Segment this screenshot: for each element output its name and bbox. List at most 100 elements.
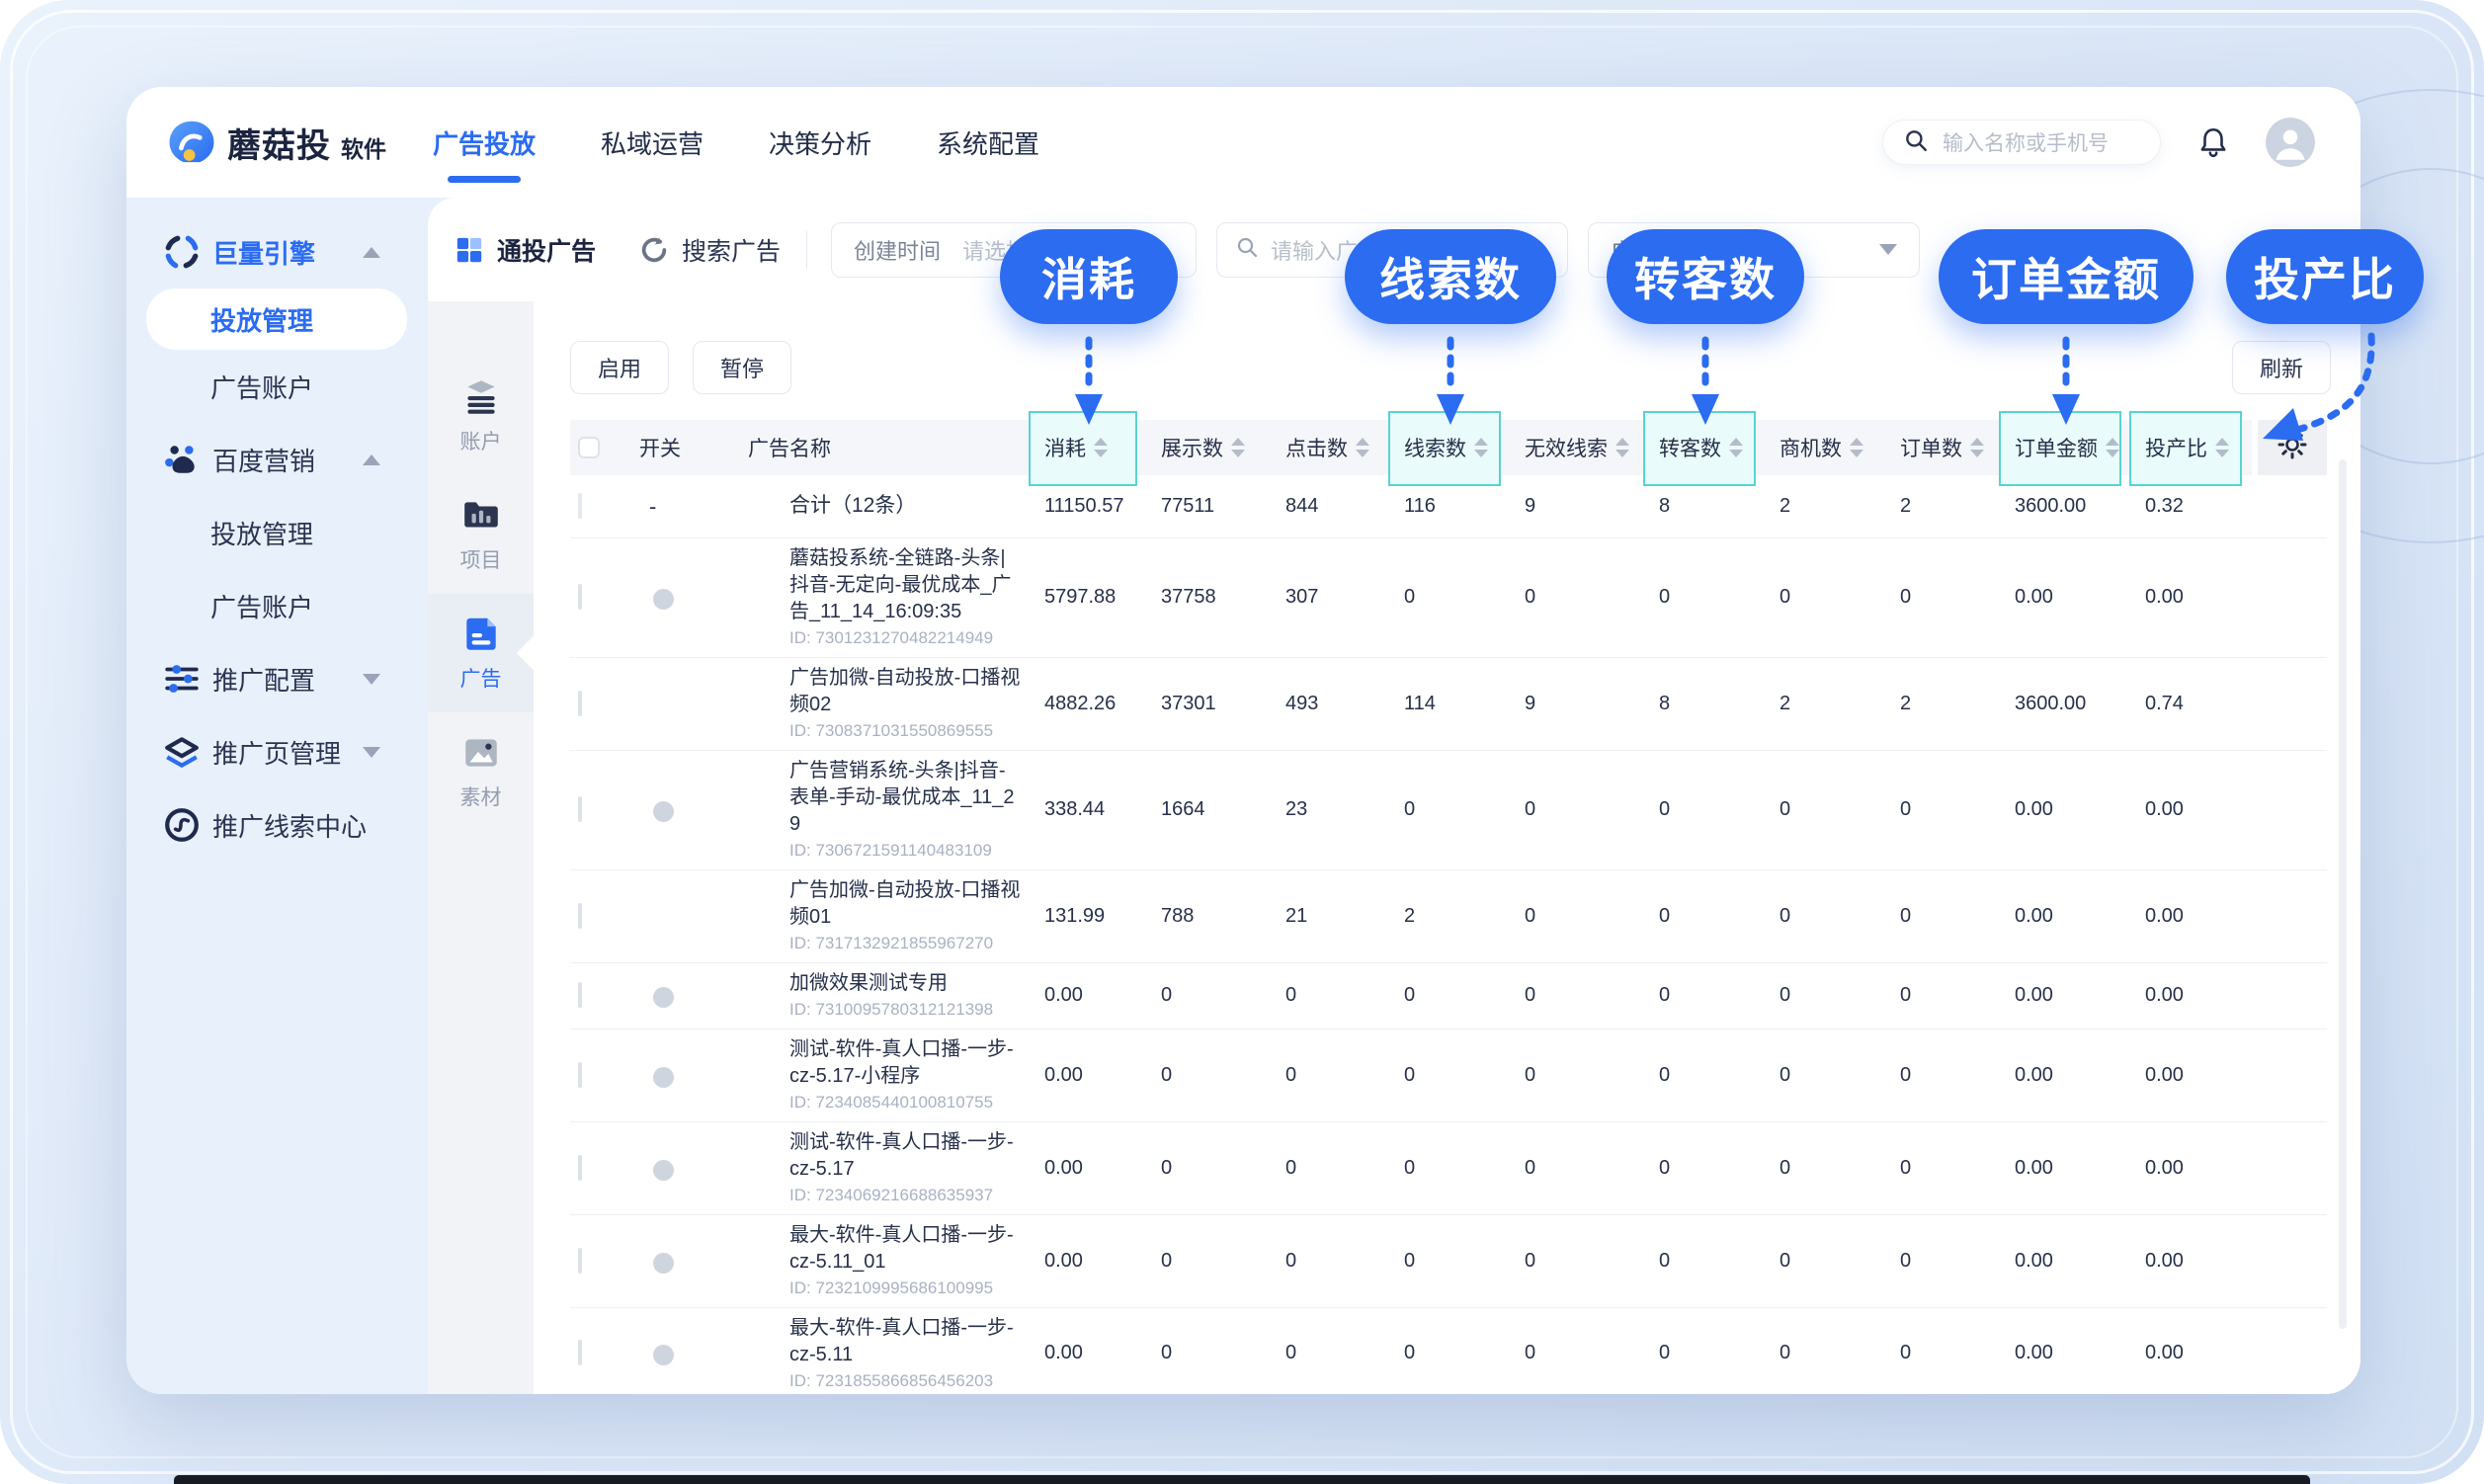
notification-bell-icon[interactable]	[2196, 125, 2230, 159]
sidebar-group-label: 百度营销	[212, 442, 315, 478]
sort-icon[interactable]	[1094, 438, 1108, 457]
column-header-线索数[interactable]: 线索数	[1390, 420, 1511, 475]
ad-name[interactable]: 广告加微-自动投放-口播视频02	[789, 665, 1021, 718]
top-nav-item[interactable]: 私域运营	[601, 111, 704, 175]
create-time-filter[interactable]: 创建时间 请选择	[831, 222, 1197, 278]
column-header-订单数[interactable]: 订单数	[1886, 420, 2001, 475]
row-checkbox[interactable]	[578, 903, 582, 929]
search-icon	[1903, 127, 1929, 158]
table-scrollbar[interactable]	[2339, 459, 2347, 1329]
sidebar-group-百度营销[interactable]: 百度营销	[126, 423, 428, 496]
sort-icon[interactable]	[2106, 438, 2119, 457]
baidu-marketing-icon	[163, 441, 201, 478]
sidebar-group-推广线索中心[interactable]: 推广线索中心	[126, 788, 428, 862]
metric-value: 0	[1147, 984, 1272, 1007]
top-nav-item[interactable]: 系统配置	[937, 111, 1039, 175]
ad-name[interactable]: 合计（12条）	[789, 492, 1021, 520]
sort-icon[interactable]	[1615, 438, 1629, 457]
ad-id: ID: 7306721591140483109	[789, 840, 1021, 863]
row-checkbox[interactable]	[578, 1340, 582, 1365]
ad-name[interactable]: 广告加微-自动投放-口播视频01	[789, 877, 1021, 931]
row-checkbox[interactable]	[578, 584, 582, 610]
sort-icon[interactable]	[2215, 438, 2229, 457]
top-nav-item[interactable]: 决策分析	[769, 111, 871, 175]
row-checkbox[interactable]	[578, 796, 582, 822]
row-checkbox[interactable]	[578, 982, 582, 1008]
sidebar-group-推广页管理[interactable]: 推广页管理	[126, 715, 428, 788]
ad-name[interactable]: 最大-软件-真人口播-一步-cz-5.11	[789, 1315, 1021, 1368]
sidebar-item-投放管理[interactable]: 投放管理	[126, 496, 428, 569]
grid-icon	[455, 235, 484, 265]
column-header-无效线索[interactable]: 无效线索	[1511, 420, 1645, 475]
sidebar: 巨量引擎投放管理广告账户百度营销投放管理广告账户推广配置推广页管理推广线索中心	[126, 198, 428, 1394]
column-header-消耗[interactable]: 消耗	[1031, 420, 1147, 475]
row-checkbox[interactable]	[578, 691, 582, 716]
row-switch-cell	[625, 984, 734, 1007]
row-checkbox[interactable]	[578, 1248, 582, 1274]
metric-value: 0	[1390, 984, 1511, 1007]
user-avatar[interactable]	[2266, 118, 2315, 167]
sort-icon[interactable]	[1970, 438, 1984, 457]
ad-name[interactable]: 加微效果测试专用	[789, 970, 1021, 997]
refresh-button[interactable]: 刷新	[2232, 341, 2331, 394]
ad-type-tab-通投广告[interactable]: 通投广告	[455, 232, 596, 268]
enable-button[interactable]: 启用	[570, 341, 669, 394]
rail-item-素材[interactable]: 素材	[428, 712, 534, 831]
ad-name[interactable]: 测试-软件-真人口播-一步-cz-5.17-小程序	[789, 1036, 1021, 1090]
sidebar-item-广告账户[interactable]: 广告账户	[126, 569, 428, 642]
sidebar-group-推广配置[interactable]: 推广配置	[126, 642, 428, 715]
column-header-订单金额[interactable]: 订单金额	[2001, 420, 2131, 475]
column-header-转客数[interactable]: 转客数	[1645, 420, 1766, 475]
ad-status-select[interactable]: 广告状态	[1588, 222, 1920, 278]
ad-name[interactable]: 广告营销系统-头条|抖音-表单-手动-最优成本_11_29	[789, 758, 1021, 838]
sidebar-group-label: 推广线索中心	[212, 807, 367, 844]
metric-value: 0	[1886, 984, 2001, 1007]
row-checkbox-cell	[570, 905, 625, 928]
metric-value: 0	[1766, 984, 1886, 1007]
sort-icon[interactable]	[1729, 438, 1743, 457]
ad-name-search-input[interactable]: 请输入广告名称或项	[1216, 222, 1568, 278]
landing-page-icon	[163, 733, 201, 771]
rail-item-项目[interactable]: 项目	[428, 475, 534, 594]
header-right: 输入名称或手机号	[1882, 118, 2360, 167]
column-header-投产比[interactable]: 投产比	[2131, 420, 2252, 475]
column-header-点击数[interactable]: 点击数	[1272, 420, 1390, 475]
sort-icon[interactable]	[1356, 438, 1369, 457]
sidebar-item-投放管理[interactable]: 投放管理	[146, 289, 407, 350]
sidebar-group-巨量引擎[interactable]: 巨量引擎	[126, 215, 428, 289]
ad-name[interactable]: 蘑菇投系统-全链路-头条|抖音-无定向-最优成本_广告_11_14_16:09:…	[789, 545, 1021, 625]
metric-value: 0	[1886, 586, 2001, 609]
metric-value: 0	[1766, 1157, 1886, 1180]
ad-id: ID: 7232109995686100995	[789, 1278, 1021, 1300]
select-all-checkbox[interactable]	[578, 437, 600, 458]
sort-icon[interactable]	[1474, 438, 1488, 457]
top-nav-item[interactable]: 广告投放	[433, 111, 536, 175]
rail-item-广告[interactable]: 广告	[428, 594, 534, 712]
column-header-开关: 开关	[625, 420, 734, 475]
chevron-down-icon[interactable]	[363, 747, 380, 758]
column-header-商机数[interactable]: 商机数	[1766, 420, 1886, 475]
column-header-展示数[interactable]: 展示数	[1147, 420, 1272, 475]
global-search-input[interactable]: 输入名称或手机号	[1882, 120, 2161, 165]
chevron-up-icon[interactable]	[363, 454, 380, 465]
project-folder-icon	[460, 495, 502, 536]
ad-name[interactable]: 最大-软件-真人口播-一步-cz-5.11_01	[789, 1222, 1021, 1276]
sort-icon[interactable]	[1231, 438, 1245, 457]
sort-icon[interactable]	[1850, 438, 1863, 457]
ad-type-tab-搜索广告[interactable]: 搜索广告	[639, 232, 781, 268]
sidebar-item-广告账户[interactable]: 广告账户	[126, 350, 428, 423]
rail-item-账户[interactable]: 账户	[428, 357, 534, 475]
metric-value: 0.00	[1031, 1250, 1147, 1273]
work-area: 账户项目广告素材 启用 暂停 刷新 开关广告名称消耗展示数点击数线索数无效线索转…	[428, 301, 2360, 1394]
gear-icon[interactable]	[2277, 429, 2308, 466]
row-checkbox[interactable]	[578, 1062, 582, 1088]
switch-placeholder: -	[649, 494, 656, 519]
ad-name[interactable]: 测试-软件-真人口播-一步-cz-5.17	[789, 1129, 1021, 1183]
ad-name-cell: 最大-软件-真人口播-一步-cz-5.11_01ID: 723210999568…	[734, 1222, 1031, 1300]
row-checkbox[interactable]	[578, 1155, 582, 1181]
metric-value: 493	[1272, 693, 1390, 715]
chevron-down-icon[interactable]	[363, 674, 380, 685]
pause-button[interactable]: 暂停	[693, 341, 791, 394]
table-area: 启用 暂停 刷新 开关广告名称消耗展示数点击数线索数无效线索转客数商机数订单数订…	[534, 301, 2360, 1394]
chevron-up-icon[interactable]	[363, 247, 380, 258]
